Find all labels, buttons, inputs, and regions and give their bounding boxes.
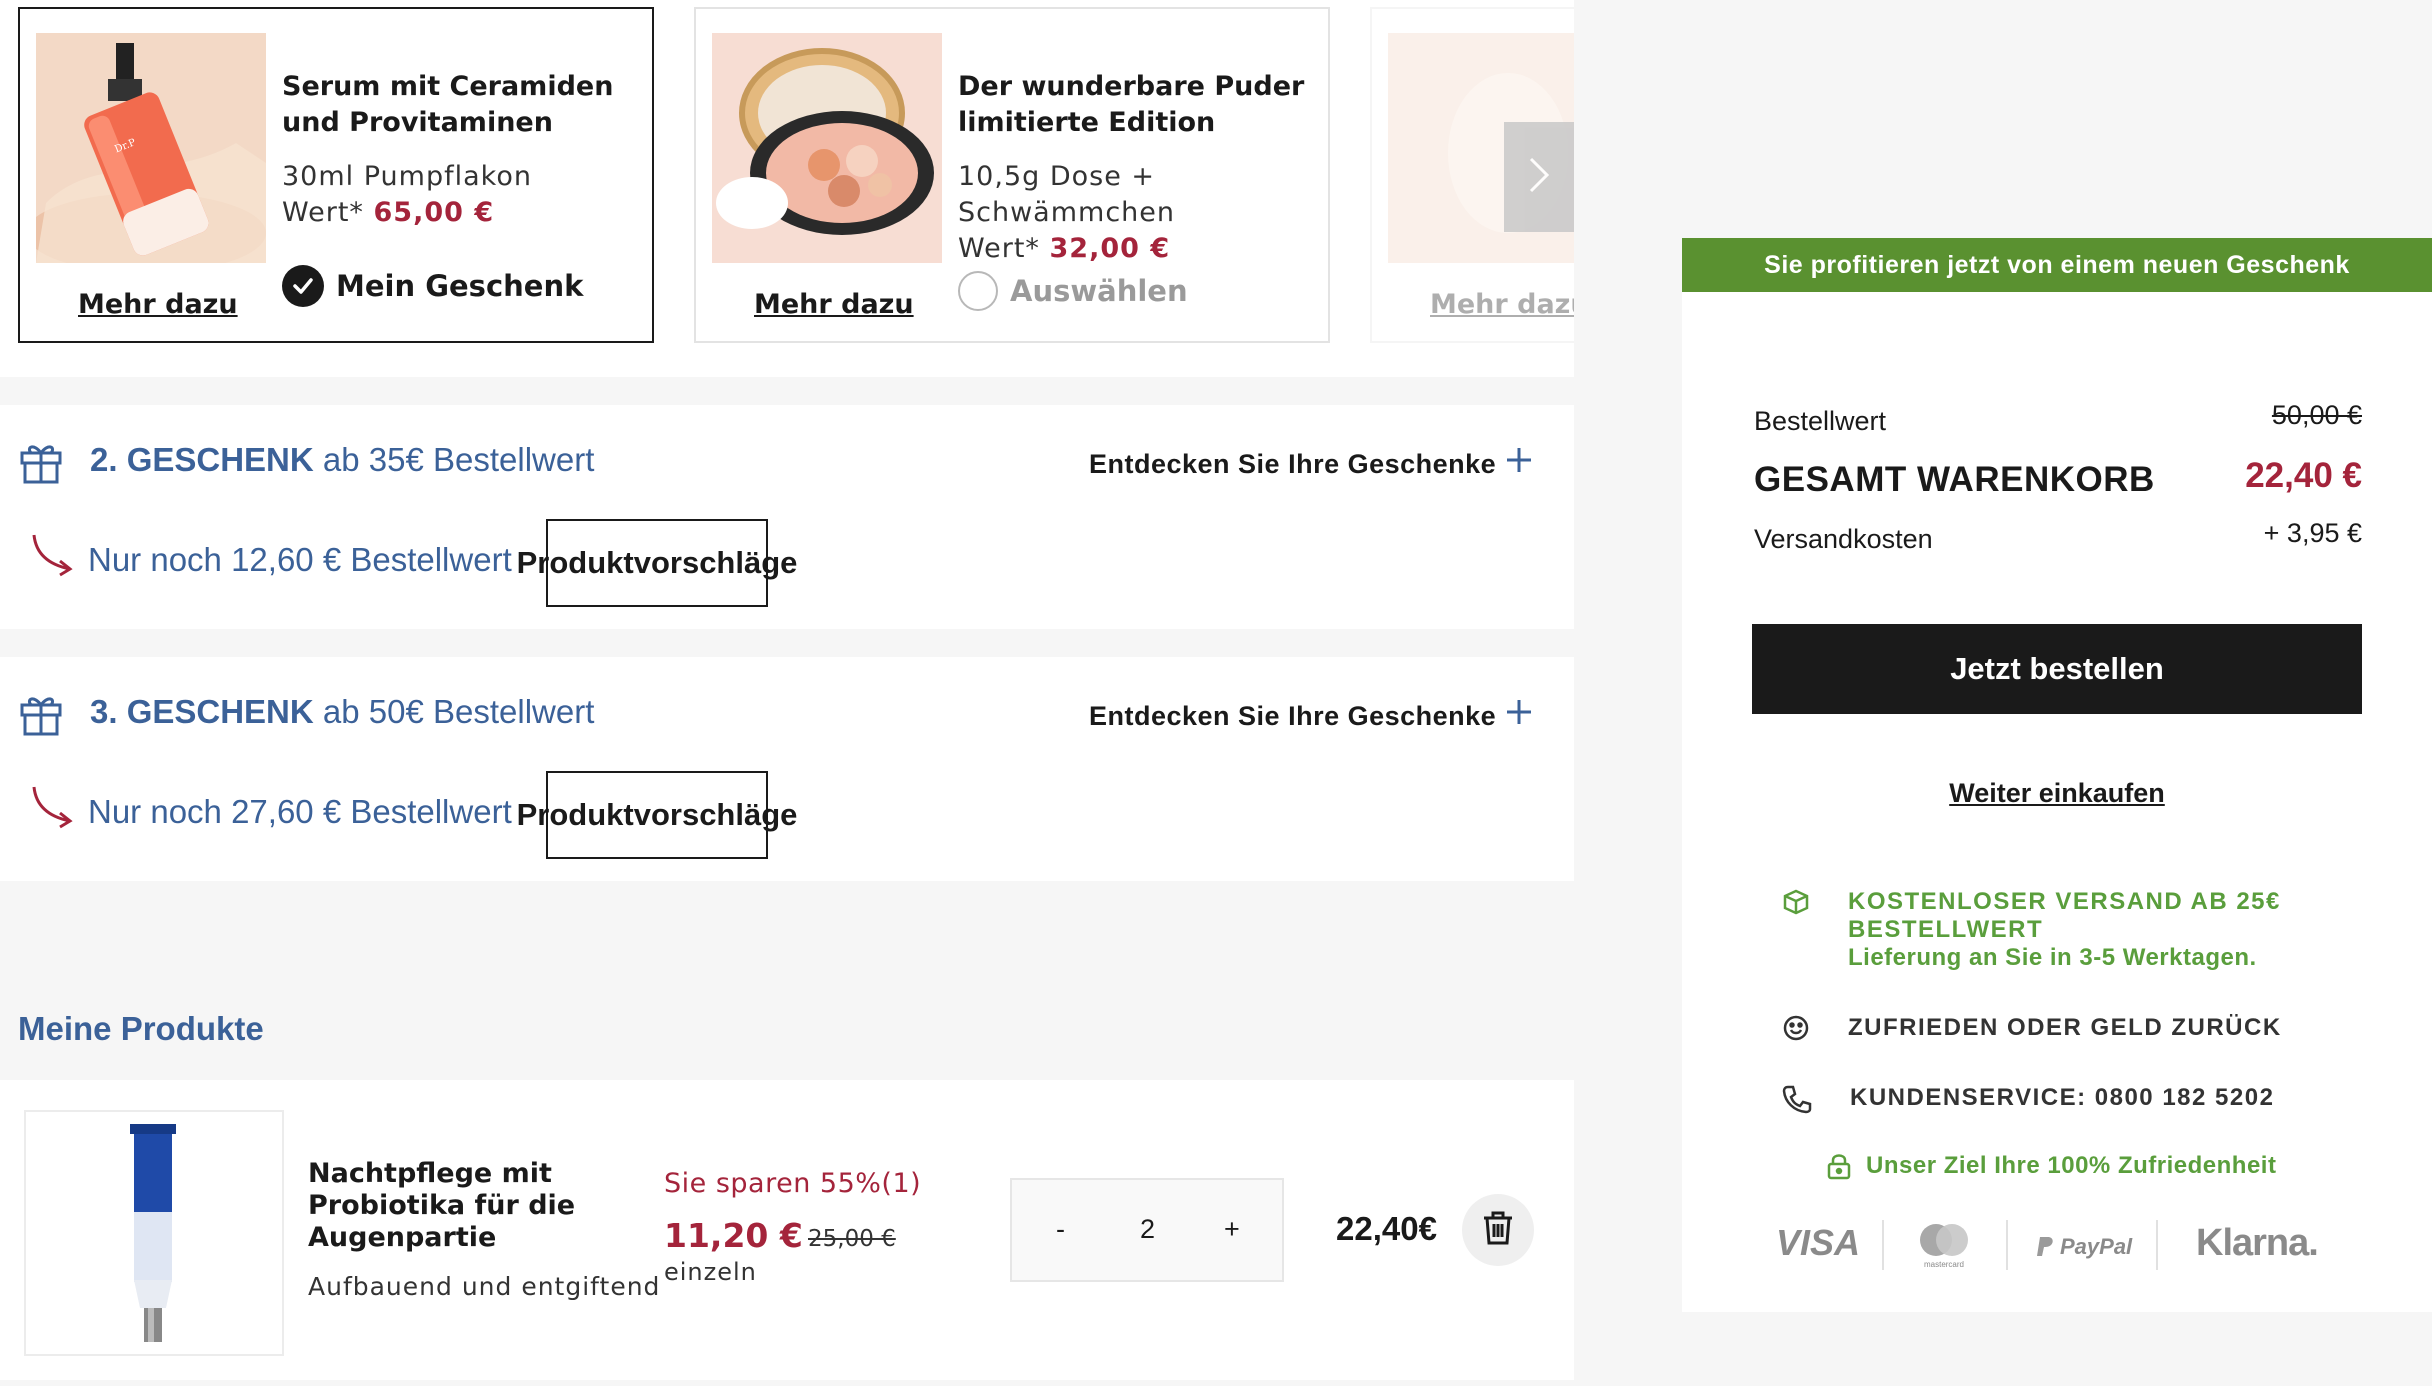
visa-logo: VISA — [1776, 1222, 1861, 1263]
discover-gifts-link[interactable]: Entdecken Sie Ihre Geschenke — [1089, 449, 1496, 480]
mastercard-text: mastercard — [1923, 1260, 1964, 1269]
gift-size: 30ml Pumpflakon — [282, 161, 532, 192]
eye-cream-product-image[interactable] — [24, 1110, 284, 1356]
gift-size: 10,5g Dose + Schwämmchen — [958, 161, 1176, 228]
original-price: 25,00 € — [808, 1226, 896, 1252]
gift-value: 32,00 € — [1049, 233, 1171, 264]
gift-card-serum[interactable]: Dr.P Serum mit Ceramiden und Provitamine… — [18, 7, 654, 343]
quantity-value[interactable]: 2 — [1140, 1214, 1155, 1245]
gift-tier-2: 2. GESCHENK ab 35€ Bestellwert Entdecken… — [0, 405, 1574, 629]
chevron-right-icon — [1527, 155, 1551, 199]
more-info-link[interactable]: Mehr dazu — [754, 289, 914, 320]
gift-tier-3: 3. GESCHENK ab 50€ Bestellwert Entdecken… — [0, 657, 1574, 881]
order-value-label: Bestellwert — [1754, 406, 1887, 436]
order-summary-panel: Sie profitieren jetzt von einem neuen Ge… — [1682, 238, 2432, 1312]
more-info-link[interactable]: Mehr dazu — [1430, 289, 1574, 320]
remove-item-button[interactable] — [1462, 1194, 1534, 1266]
my-products-heading: Meine Produkte — [18, 1010, 264, 1047]
customer-service-text[interactable]: KUNDENSERVICE: 0800 182 5202 — [1850, 1084, 2274, 1112]
powder-product-image — [712, 33, 942, 263]
gift-title: Serum mit Ceramiden und Provitaminen — [282, 71, 614, 138]
gift-value-label: Wert* — [282, 197, 364, 228]
new-gift-banner: Sie profitieren jetzt von einem neuen Ge… — [1682, 238, 2432, 292]
unit-price: 11,20 € — [664, 1216, 803, 1255]
remaining-amount: Nur noch 12,60 € Bestellwert — [88, 541, 512, 578]
plus-icon[interactable] — [1504, 445, 1534, 479]
more-info-link[interactable]: Mehr dazu — [78, 289, 238, 320]
serum-product-image: Dr.P — [36, 33, 266, 263]
gift-card-powder[interactable]: Der wunderbare Puder limitierte Edition … — [694, 7, 1330, 343]
checkmark-icon — [282, 265, 324, 307]
divider — [2006, 1220, 2008, 1270]
savings-label: Sie sparen 55%(1) — [664, 1168, 922, 1199]
delivery-time-text: Lieferung an Sie in 3-5 Werktagen. — [1848, 944, 2257, 971]
divider — [1882, 1220, 1884, 1270]
tier-title: 2. GESCHENK ab 35€ Bestellwert — [90, 441, 594, 479]
satisfaction-goal: Unser Ziel Ihre 100% Zufriedenheit — [1826, 1152, 2276, 1187]
line-total: 22,40€ — [1336, 1210, 1437, 1247]
mastercard-logo: mastercard — [1914, 1220, 1974, 1273]
tier-number: 2. GESCHENK — [90, 441, 314, 478]
paypal-logo: PayPal — [2036, 1234, 2132, 1260]
cart-main-column: Dr.P Serum mit Ceramiden und Provitamine… — [0, 0, 1574, 1386]
product-suggestions-button[interactable]: Produktvorschläge — [517, 771, 797, 859]
phone-icon — [1782, 1084, 1812, 1121]
lock-icon — [1826, 1152, 1852, 1187]
continue-shopping-link[interactable]: Weiter einkaufen — [1682, 778, 2432, 809]
free-shipping-info: KOSTENLOSER VERSAND AB 25€ BESTELLWERT L… — [1782, 888, 2432, 972]
product-description: Aufbauend und entgiftend — [308, 1272, 661, 1301]
quantity-increase-button[interactable]: + — [1224, 1214, 1240, 1245]
satisfaction-guarantee: ZUFRIEDEN ODER GELD ZURÜCK — [1782, 1014, 2282, 1049]
shipping-label: Versandkosten — [1754, 524, 1933, 554]
gift-description: 30ml Pumpflakon Wert* 65,00 € — [282, 159, 642, 231]
tier-threshold: ab 50€ Bestellwert — [322, 693, 595, 730]
customer-service: KUNDENSERVICE: 0800 182 5202 — [1782, 1084, 2274, 1121]
gift-choice-label: Auswählen — [1010, 274, 1188, 308]
gift-choice-label: Mein Geschenk — [336, 269, 584, 303]
smile-icon — [1782, 1014, 1810, 1049]
curved-arrow-icon — [30, 783, 76, 833]
gift-carousel: Dr.P Serum mit Ceramiden und Provitamine… — [0, 0, 1574, 377]
quantity-decrease-button[interactable]: - — [1056, 1214, 1065, 1245]
unit-label: einzeln — [664, 1258, 757, 1286]
plus-icon[interactable] — [1504, 697, 1534, 731]
curved-arrow-icon — [30, 531, 76, 581]
gift-description: 10,5g Dose + Schwämmchen Wert* 32,00 € — [958, 159, 1318, 267]
free-shipping-text: KOSTENLOSER VERSAND AB 25€ BESTELLWERT — [1848, 888, 2281, 943]
cart-total-label: GESAMT WARENKORB — [1754, 460, 2155, 499]
gift-box-icon — [18, 691, 64, 741]
place-order-button[interactable]: Jetzt bestellen — [1752, 624, 2362, 714]
tier-title: 3. GESCHENK ab 50€ Bestellwert — [90, 693, 594, 731]
gift-title: Der wunderbare Puder limitierte Edition — [958, 71, 1305, 138]
paypal-text: PayPal — [2060, 1234, 2133, 1259]
radio-icon — [958, 271, 998, 311]
shipping-value: + 3,95 € — [2263, 518, 2362, 548]
klarna-logo: Klarna. — [2196, 1222, 2319, 1264]
order-value: 50,00 € — [2271, 400, 2362, 430]
satisfaction-goal-text: Unser Ziel Ihre 100% Zufriedenheit — [1866, 1152, 2277, 1179]
tier-threshold: ab 35€ Bestellwert — [322, 441, 595, 478]
cart-item-row: Nachtpflege mit Probiotika für die Augen… — [0, 1080, 1574, 1380]
gift-value-label: Wert* — [958, 233, 1040, 264]
discover-gifts-link[interactable]: Entdecken Sie Ihre Geschenke — [1089, 701, 1496, 732]
gift-box-icon — [18, 439, 64, 489]
package-icon — [1782, 888, 1810, 923]
remaining-amount: Nur noch 27,60 € Bestellwert — [88, 793, 512, 830]
divider — [2156, 1220, 2158, 1270]
product-suggestions-button[interactable]: Produktvorschläge — [517, 519, 797, 607]
satisfaction-text: ZUFRIEDEN ODER GELD ZURÜCK — [1848, 1014, 2282, 1041]
gift-select-radio[interactable]: Auswählen — [958, 271, 1188, 311]
tier-number: 3. GESCHENK — [90, 693, 314, 730]
gift-value: 65,00 € — [373, 197, 495, 228]
quantity-stepper: - 2 + — [1010, 1178, 1284, 1282]
carousel-next-button[interactable] — [1504, 122, 1574, 232]
product-name[interactable]: Nachtpflege mit Probiotika für die Augen… — [308, 1158, 638, 1254]
trash-icon — [1481, 1210, 1515, 1250]
gift-selected-indicator[interactable]: Mein Geschenk — [282, 265, 583, 307]
cart-total-value: 22,40 € — [2245, 456, 2362, 495]
